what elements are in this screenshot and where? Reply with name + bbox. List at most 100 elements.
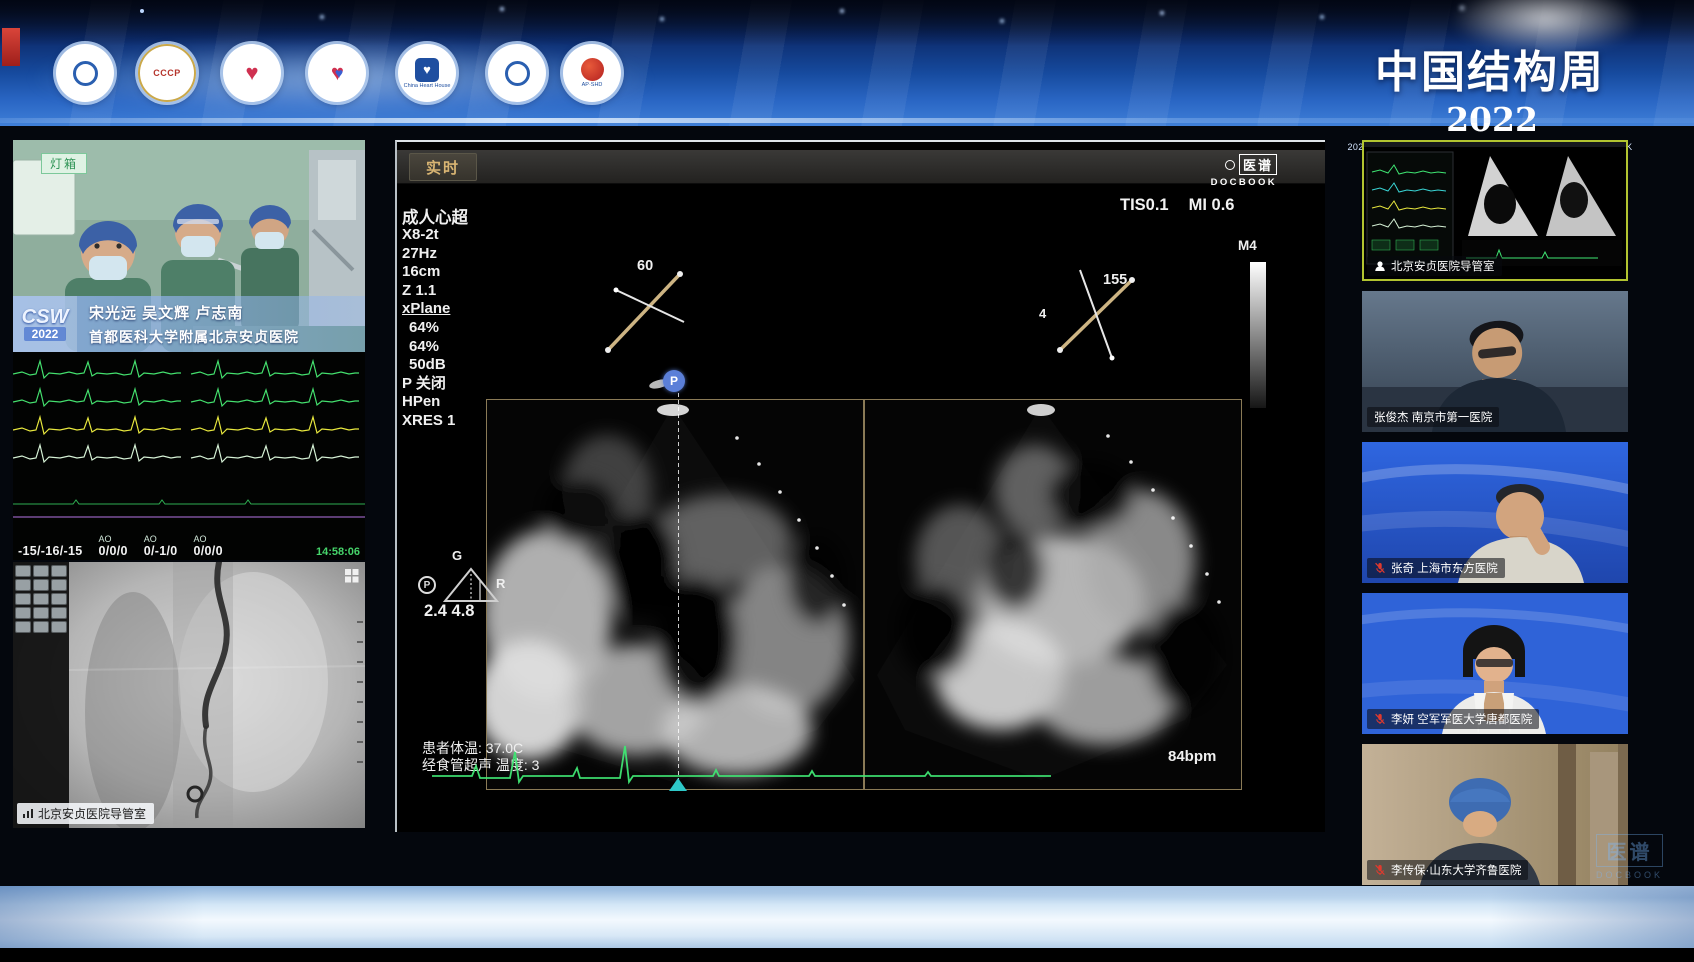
pressure-group: AO 0/0/0 [98,534,127,558]
medical-emblem-icon [505,61,530,86]
xray-tool-button[interactable] [51,593,67,605]
pressure-group: AO 0/0/0 [194,534,223,558]
society-emblem-icon [73,61,98,86]
monitor-time: 14:58:06 [316,546,360,558]
docbook-mark-icon [1225,160,1235,170]
acoustic-indices: TIS0.1 MI 0.6 [1120,196,1234,215]
sweep-marker-icon [669,778,687,791]
signal-bars-icon [22,808,34,819]
stage-floor-band [0,886,1694,948]
heart-house-emblem-icon: ♥ [415,58,439,82]
xray-tool-button[interactable] [33,565,49,577]
participant-tile-cathlab[interactable]: 北京安贞医院导管室 [1362,140,1628,281]
banner-bottom-highlight [0,118,1694,123]
xplane-angle-icon-right [1050,264,1142,364]
heart-emblem-icon: ♥ [245,63,258,83]
wave-decoration [0,886,1694,948]
conference-title: 中国结构周 [1375,47,1605,98]
depth-values: 2.4 4.8 [424,602,474,621]
conference-logo-1 [56,44,114,102]
webcast-screen: CCCP ♥ ♥♥ ♥ China Heart House AP·SHD 中国结… [0,0,1694,962]
left-plane-angle: 60 [637,258,653,274]
participant-tile-4[interactable]: 李妍 空军军医大学唐都医院 [1362,593,1628,734]
layout-grid-icon[interactable] [344,568,359,588]
tab-live[interactable]: 实时 [409,153,477,181]
p-plane-marker: P [663,370,685,392]
participant-label: 张奇 上海市东方医院 [1367,558,1505,578]
xray-tool-button[interactable] [15,579,31,591]
grayscale-bar [1250,262,1266,408]
conference-logo-7: AP·SHD [563,44,621,102]
xray-tool-button[interactable] [51,607,67,619]
or-camera-feed[interactable]: 灯箱 CSW 2022 宋光远 吴文辉 卢志南 首都医科大学附属北京安贞医院 [13,140,365,352]
participant-label: 北京安贞医院导管室 [1367,256,1502,276]
xray-tool-button[interactable] [15,621,31,633]
xray-tool-button[interactable] [15,607,31,619]
xray-tool-button[interactable] [33,607,49,619]
ecg-traces [13,352,365,532]
xray-source-label: 北京安贞医院导管室 [17,803,154,824]
xray-tool-button[interactable] [15,593,31,605]
heart-emblem-icon: ♥ [335,66,343,80]
participant-label: 李妍 空军军医大学唐都医院 [1367,709,1539,729]
r-label: R [496,576,505,591]
operator-names: 宋光远 吴文辉 卢志南 [89,302,299,323]
operator-hospital: 首都医科大学附属北京安贞医院 [89,327,299,347]
xray-tool-button[interactable] [33,621,49,633]
tis-value: TIS0.1 [1120,196,1169,215]
participant-label: 李传保·山东大学齐鲁医院 [1367,860,1528,880]
cccp-emblem-text: CCCP [153,68,181,78]
echo-display: 实时 医谱 DOCBOOK TIS0.1 MI 0.6 成人心超 X8-2t 2… [395,140,1325,832]
csw-logo: CSW 2022 [13,296,77,352]
xray-tool-button[interactable] [51,565,67,577]
operator-overlay: CSW 2022 宋光远 吴文辉 卢志南 首都医科大学附属北京安贞医院 [13,296,365,352]
logo-ring-text: China Heart House [404,83,451,89]
heart-rate: 84bpm [1168,748,1216,765]
imaging-parameters: X8-2t 27Hz 16cm Z 1.1 xPlane 64% 64% 50d… [402,226,455,431]
ceiling-lights [140,9,144,13]
fluoroscopy-panel: 北京安贞医院导管室 [13,562,365,828]
pressure-group: AO 0/-1/0 [144,534,178,558]
xray-tool-button[interactable] [33,593,49,605]
mic-muted-icon [1374,864,1386,876]
xplane-cursor-line [678,386,679,782]
xray-toolbar [15,565,73,633]
conference-logo-5: ♥ China Heart House [398,44,456,102]
mechanical-gain: M4 [1238,238,1257,253]
mic-muted-icon [1374,562,1386,574]
person-icon [1374,260,1386,272]
xray-tool-button[interactable] [33,579,49,591]
exam-type: 成人心超 [402,204,468,228]
conference-logo-2: CCCP [138,44,196,102]
pressure-group: -15/-16/-15 [18,534,82,558]
participant-tile-5[interactable]: 李传保·山东大学齐鲁医院 [1362,744,1628,885]
banner: CCCP ♥ ♥♥ ♥ China Heart House AP·SHD 中国结… [0,0,1694,126]
xray-tool-button[interactable] [51,579,67,591]
echo-ecg-trace [432,728,1132,792]
docbook-watermark: 医谱 DOCBOOK [1596,834,1663,880]
conference-logo-4: ♥♥ [308,44,366,102]
right-plane-index: 4 [1039,306,1046,321]
right-plane-angle: 155 [1103,272,1127,288]
mic-muted-icon [1374,713,1386,725]
participant-tile-3[interactable]: 张奇 上海市东方医院 [1362,442,1628,583]
conference-logo-3: ♥ [223,44,281,102]
docbook-logo: 医谱 DOCBOOK [1167,154,1277,188]
xray-tool-button[interactable] [51,621,67,633]
mi-value: MI 0.6 [1189,196,1235,215]
apshd-emblem-icon [581,58,604,81]
tgc-triangle-icon [442,566,500,604]
participant-label: 张俊杰 南京市第一医院 [1367,407,1499,427]
lightbox-sign: 灯箱 [41,153,87,174]
push-indicator: P [418,576,436,594]
conference-logo-6 [488,44,546,102]
xplane-angle-icon-left [600,260,692,360]
logo-ring-text: AP·SHD [582,82,603,88]
hemodynamic-monitor: -15/-16/-15 AO 0/0/0 AO 0/-1/0 AO 0/0/0 … [13,352,365,560]
gain-label: G [452,548,462,563]
participant-tile-2[interactable]: 张俊杰 南京市第一医院 [1362,291,1628,432]
banner-title-block: 中国结构周2022 2022 CHINA STRUCTURAL HEART DI… [1340,36,1640,152]
pressure-readings: -15/-16/-15 AO 0/0/0 AO 0/-1/0 AO 0/0/0 … [18,534,360,558]
bottom-letterbox [0,948,1694,962]
xray-tool-button[interactable] [15,565,31,577]
